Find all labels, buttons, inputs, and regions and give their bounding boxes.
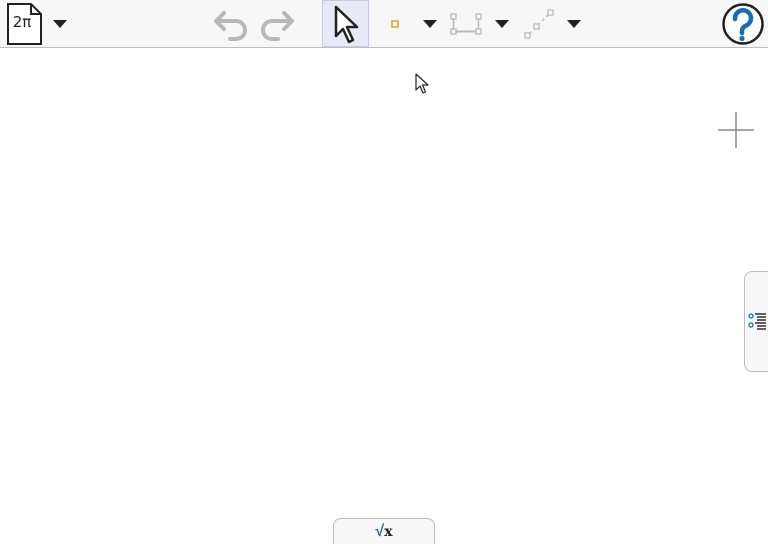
chevron-down-icon bbox=[567, 20, 581, 28]
chevron-down-icon bbox=[53, 20, 67, 28]
line-tool-button[interactable] bbox=[518, 0, 560, 48]
segment-tool-dropdown[interactable] bbox=[492, 0, 512, 48]
help-button[interactable] bbox=[720, 0, 766, 48]
help-icon bbox=[722, 3, 764, 45]
input-bar-sqrt-icon: √x bbox=[375, 523, 392, 541]
mouse-cursor-icon bbox=[414, 72, 430, 99]
move-tool-button[interactable] bbox=[322, 0, 369, 47]
fullscreen-button[interactable] bbox=[716, 110, 756, 150]
algebra-view-icon bbox=[747, 312, 766, 330]
graphics-canvas[interactable] bbox=[0, 48, 768, 542]
toolbar: 2π bbox=[0, 0, 768, 48]
input-bar-toggle[interactable]: √x bbox=[333, 518, 435, 544]
sqrt-symbol: √ bbox=[375, 522, 385, 540]
file-icon-label: 2π bbox=[12, 13, 32, 31]
segment-icon bbox=[450, 13, 482, 35]
file-graphing-icon: 2π bbox=[5, 1, 43, 47]
redo-icon bbox=[261, 11, 294, 41]
line-tool-dropdown[interactable] bbox=[564, 0, 584, 48]
segment-tool-button[interactable] bbox=[446, 0, 486, 48]
sqrt-variable: x bbox=[384, 523, 393, 540]
algebra-view-toggle[interactable] bbox=[744, 271, 768, 372]
point-tool-button[interactable] bbox=[382, 0, 408, 48]
undo-icon bbox=[214, 11, 247, 41]
point-tool-dropdown[interactable] bbox=[420, 0, 440, 48]
point-icon bbox=[391, 20, 399, 28]
file-menu-button[interactable]: 2π bbox=[4, 0, 44, 48]
chevron-down-icon bbox=[495, 20, 509, 28]
chevron-down-icon bbox=[423, 20, 437, 28]
move-pointer-icon bbox=[334, 5, 358, 43]
undo-button[interactable] bbox=[210, 0, 252, 48]
plus-icon bbox=[718, 112, 754, 148]
redo-button[interactable] bbox=[256, 0, 298, 48]
line-icon bbox=[524, 9, 554, 39]
file-dropdown-arrow[interactable] bbox=[50, 0, 70, 48]
